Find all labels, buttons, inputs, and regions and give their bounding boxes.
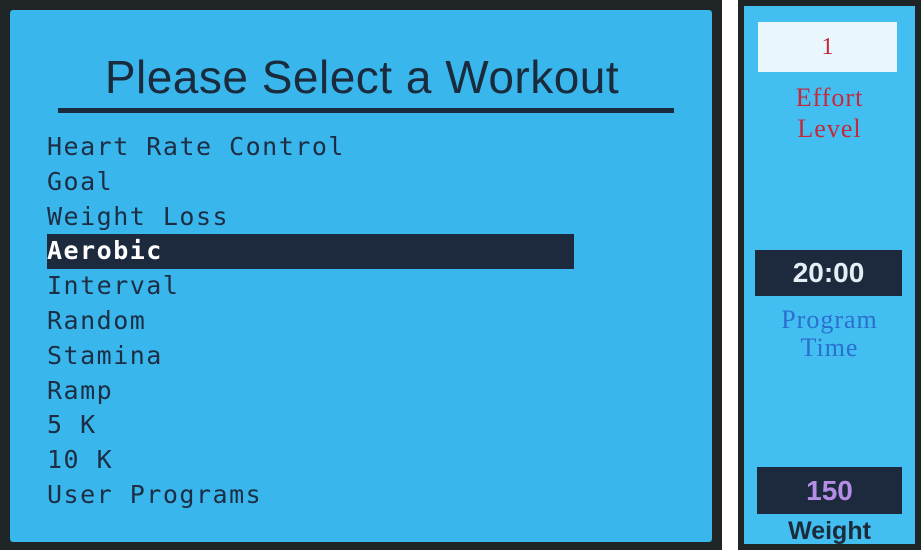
workout-item-random[interactable]: Random bbox=[10, 304, 712, 339]
workout-item-ramp[interactable]: Ramp bbox=[10, 374, 712, 409]
workout-item-label: 5 K bbox=[47, 410, 97, 440]
workout-item-label: Ramp bbox=[47, 375, 114, 405]
workout-item-label: Aerobic bbox=[47, 236, 163, 266]
workout-item-label: Interval bbox=[47, 271, 180, 301]
main-display-bezel: Please Select a Workout Heart Rate Contr… bbox=[0, 0, 722, 550]
workout-item-label: Stamina bbox=[47, 340, 163, 370]
workout-item-label: Random bbox=[47, 305, 147, 335]
workout-item-label: Heart Rate Control bbox=[47, 132, 345, 161]
effort-level-label-line2: Level bbox=[797, 114, 862, 143]
program-time-value: 20:00 bbox=[755, 250, 902, 296]
workout-item-stamina[interactable]: Stamina bbox=[10, 339, 712, 374]
workout-menu: Heart Rate Control Goal Weight Loss Aero… bbox=[10, 130, 712, 513]
workout-item-label: Weight Loss bbox=[47, 201, 230, 231]
workout-item-interval[interactable]: Interval bbox=[10, 269, 712, 304]
workout-item-aerobic[interactable]: Aerobic bbox=[10, 234, 712, 269]
weight-value: 150 bbox=[757, 467, 902, 514]
program-time-label: Program Time bbox=[744, 306, 915, 362]
effort-level-value: 1 bbox=[758, 22, 897, 72]
weight-label: Weight bbox=[788, 517, 871, 544]
effort-level-label: Effort Level bbox=[744, 82, 915, 144]
effort-level-label-line1: Effort bbox=[795, 83, 864, 112]
workout-item-user-programs[interactable]: User Programs bbox=[10, 478, 712, 513]
workout-item-heart-rate-control[interactable]: Heart Rate Control bbox=[10, 130, 712, 165]
workout-item-label: 10 K bbox=[47, 445, 114, 475]
workout-item-label: Goal bbox=[47, 166, 114, 196]
workout-item-weight-loss[interactable]: Weight Loss bbox=[10, 200, 712, 235]
page-title: Please Select a Workout bbox=[104, 51, 620, 103]
program-time-label-line2: Time bbox=[800, 333, 859, 362]
workout-item-goal[interactable]: Goal bbox=[10, 165, 712, 200]
workout-item-10k[interactable]: 10 K bbox=[10, 443, 712, 478]
program-time-label-line1: Program bbox=[781, 305, 878, 334]
workout-item-label: User Programs bbox=[47, 479, 263, 509]
side-display-bezel: 1 Effort Level 20:00 Program Time 150 We… bbox=[738, 0, 921, 550]
status-panel: 1 Effort Level 20:00 Program Time 150 We… bbox=[744, 6, 915, 544]
workout-selection-screen: Please Select a Workout Heart Rate Contr… bbox=[10, 10, 712, 542]
workout-item-5k[interactable]: 5 K bbox=[10, 408, 712, 443]
title-underline bbox=[58, 108, 674, 113]
